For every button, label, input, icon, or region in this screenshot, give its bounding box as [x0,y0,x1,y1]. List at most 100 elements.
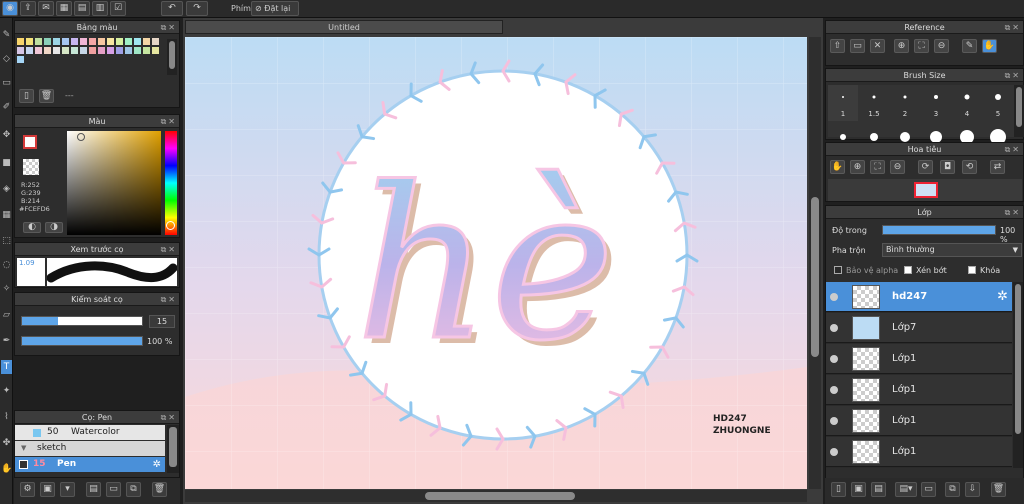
brush-folder-icon[interactable]: ▭ [106,482,121,497]
brush-size-cell-large[interactable] [890,121,920,142]
brush-size-cell-large[interactable] [952,121,982,144]
visibility-eye-icon[interactable] [830,293,838,301]
color-swap-icon[interactable]: ◑ [45,222,63,233]
palette-swatch[interactable] [116,47,123,54]
palette-swatch[interactable] [17,47,24,54]
lasso-tool-icon[interactable]: ◇ [1,52,12,66]
hand-tool-icon[interactable]: ✋ [1,462,12,476]
brush-list-scrollbar[interactable] [167,425,179,473]
app-menu-icon[interactable]: ◉ [2,1,18,16]
nav-flip-icon[interactable]: ⇄ [990,160,1005,174]
brush-size-slider[interactable] [21,316,143,326]
reference-fit-icon[interactable]: ⛶ [914,39,929,53]
palette-swatch[interactable] [53,47,60,54]
palette-swatch[interactable] [134,38,141,45]
palette-swatch[interactable] [143,38,150,45]
navigator-viewport[interactable] [914,182,938,198]
blend-mode-select[interactable]: Bình thường ▼ [882,243,1022,257]
palette-swatch[interactable] [98,38,105,45]
palette-swatch[interactable] [89,38,96,45]
hue-slider-handle[interactable] [166,221,175,230]
canvas-horizontal-scrollbar[interactable] [185,490,807,502]
panel-close-icon[interactable]: ⧉✕ [1005,21,1021,34]
brush-opacity-slider[interactable] [21,336,143,346]
eraser-tool-icon[interactable]: ▱ [1,308,12,322]
gradient-tool-icon[interactable]: ▦ [1,208,12,222]
nav-reset-icon[interactable]: ◘ [940,160,955,174]
layer-row[interactable]: Lớp1 [826,437,1012,467]
palette-swatch[interactable] [17,56,24,63]
visibility-eye-icon[interactable] [830,448,838,456]
palette-swatch[interactable] [71,38,78,45]
smudge-tool-icon[interactable]: ⌇ [1,410,12,424]
palette-swatch[interactable] [134,47,141,54]
palette-swatch[interactable] [89,47,96,54]
palette-swatch[interactable] [44,47,51,54]
redo-icon[interactable]: ↷ [186,1,208,16]
eyedropper-icon[interactable]: ✒ [1,334,12,348]
palette-swatch[interactable] [107,47,114,54]
grid-icon[interactable]: ▦ [56,1,72,16]
layer-folder-icon[interactable]: ▭ [921,482,936,497]
layer-row[interactable]: Lớp1 [826,375,1012,405]
reference-eyedropper-icon[interactable]: ✎ [962,39,977,53]
reference-zoom-in-icon[interactable]: ⊕ [894,39,909,53]
rect-select-icon[interactable]: ▭ [1,76,12,90]
nav-fit-icon[interactable]: ⛶ [870,160,885,174]
checklist-icon[interactable]: ☑ [110,1,126,16]
undo-icon[interactable]: ↶ [161,1,183,16]
brush-size-cell[interactable]: 4 [952,85,982,121]
palette-swatch[interactable] [62,38,69,45]
brush-new-icon[interactable]: ▤ [86,482,101,497]
lasso-select-icon[interactable]: ◌ [1,258,12,272]
layer-duplicate-icon[interactable]: ⧉ [945,482,960,497]
palette-swatch[interactable] [80,47,87,54]
expand-arrow-icon[interactable]: ▼ [21,441,26,456]
brush-size-cell[interactable]: 1.5 [859,85,889,121]
panel-close-icon[interactable]: ⧉✕ [161,411,177,424]
add-layer-dropdown-icon[interactable]: ▤▾ [895,482,917,497]
panel-close-icon[interactable]: ⧉✕ [161,293,177,306]
brush-item-pen[interactable]: 15 Pen ✲ [15,457,165,472]
reference-zoom-out-icon[interactable]: ⊖ [934,39,949,53]
panel-close-icon[interactable]: ⧉✕ [161,21,177,34]
layers-icon[interactable]: ▥ [92,1,108,16]
brush-size-cell-large[interactable] [859,121,889,141]
move-tool-icon[interactable]: ✥ [1,128,12,142]
brush-group-sketch[interactable]: ▼ sketch [15,441,165,456]
share-icon[interactable]: ⇪ [20,1,36,16]
nav-zoom-out-icon[interactable]: ⊖ [890,160,905,174]
reset-button[interactable]: ⊘ Đặt lại [251,1,299,16]
layer-delete-icon[interactable]: 🗑 [991,482,1006,497]
transparent-color[interactable] [23,159,39,175]
palette-swatch[interactable] [116,38,123,45]
palette-swatch[interactable] [53,38,60,45]
layer-row[interactable]: Lớp1 [826,406,1012,436]
brush-dropdown-icon[interactable]: ▾ [60,482,75,497]
nav-zoom-in-icon[interactable]: ⊕ [850,160,865,174]
reference-close-icon[interactable]: ✕ [870,39,885,53]
palette-swatch[interactable] [152,38,159,45]
brush-size-cell[interactable]: 3 [921,85,951,121]
layer-row[interactable]: Lớp1 [826,344,1012,374]
lock-checkbox[interactable] [968,266,976,274]
panel-close-icon[interactable]: ⧉✕ [161,243,177,256]
fill-square-icon[interactable]: ■ [1,156,12,170]
layer-list-scrollbar[interactable] [1013,282,1023,468]
clipping-checkbox[interactable] [904,266,912,274]
nav-rotate-ccw-icon[interactable]: ⟲ [962,160,977,174]
brush-tool-icon[interactable]: ✐ [1,100,12,114]
palette-swatch[interactable] [143,47,150,54]
palette-swatch[interactable] [125,38,132,45]
brush-size-cell[interactable]: 2 [890,85,920,121]
visibility-eye-icon[interactable] [830,417,838,425]
layer-opacity-slider[interactable] [882,225,996,235]
new-layer-file-icon[interactable]: ▤ [871,482,886,497]
panel-close-icon[interactable]: ⧉✕ [161,115,177,128]
nav-rotate-icon[interactable]: ⟳ [918,160,933,174]
brush-delete-icon[interactable]: 🗑 [152,482,167,497]
reference-hand-icon[interactable]: ✋ [982,39,997,53]
brush-size-cell[interactable]: 1 [828,85,858,121]
palette-swatch[interactable] [35,38,42,45]
reference-open-icon[interactable]: ▭ [850,39,865,53]
